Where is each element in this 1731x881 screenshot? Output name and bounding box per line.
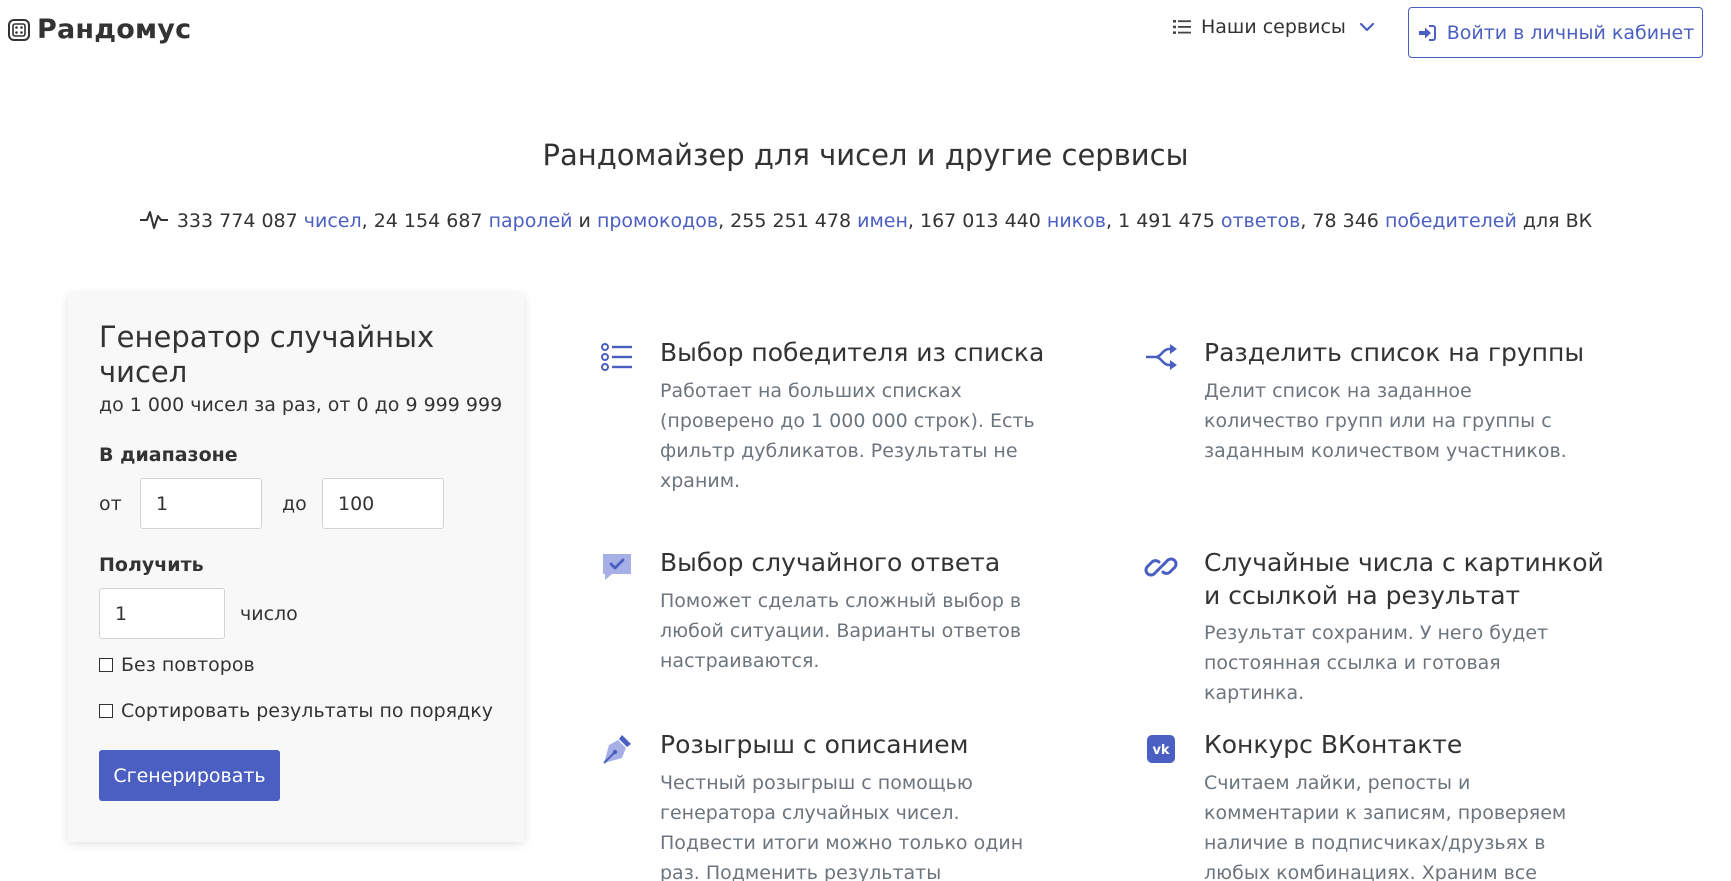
feature-description: Считаем лайки, репосты и комментарии к з… — [1204, 772, 1567, 881]
stat-names-count: 255 251 478 — [730, 210, 852, 232]
sign-in-icon — [1418, 24, 1436, 41]
stat-and-word: и — [578, 210, 591, 232]
get-label: Получить — [99, 554, 204, 576]
feature-title[interactable]: Розыгрыш с описанием — [660, 728, 1060, 761]
link-icon — [1144, 557, 1178, 577]
feature-title[interactable]: Выбор победителя из списка — [660, 336, 1060, 369]
feature-title[interactable]: Разделить список на группы — [1204, 336, 1604, 369]
page-title: Рандомайзер для чисел и другие сервисы — [542, 138, 1189, 172]
chevron-down-icon — [1359, 22, 1375, 32]
number-generator-card: Генератор случайных чисел до 1 000 чисел… — [68, 294, 524, 842]
count-input[interactable] — [99, 588, 225, 639]
stat-winners-count: 78 346 — [1312, 210, 1379, 232]
count-unit-label: число — [240, 603, 298, 625]
stat-names-link[interactable]: имен — [857, 210, 908, 232]
stat-numbers-link[interactable]: чисел — [304, 210, 362, 232]
feature-description: Работает на больших списках (проверено д… — [660, 380, 1035, 492]
list-icon — [1173, 20, 1191, 34]
stats-line: 333 774 087 чисел, 24 154 687 паролей и … — [0, 208, 1731, 232]
generator-title: Генератор случайных чисел — [99, 320, 435, 389]
range-label: В диапазоне — [99, 444, 238, 466]
dice-logo-icon — [8, 18, 30, 41]
services-label: Наши сервисы — [1201, 16, 1346, 38]
split-arrows-icon — [1146, 344, 1177, 370]
pen-nib-icon — [603, 735, 631, 764]
feature-title[interactable]: Случайные числа с картинкой и ссылкой на… — [1204, 546, 1604, 612]
stat-winners-link[interactable]: победителей — [1385, 210, 1517, 232]
svg-text:vk: vk — [1152, 743, 1169, 758]
stat-nicks-count: 167 013 440 — [919, 210, 1041, 232]
checkbox-box[interactable] — [99, 704, 113, 718]
generator-subtitle: до 1 000 чисел за раз, от 0 до 9 999 999 — [99, 394, 503, 416]
feature-description: Честный розыгрыш с помощью генератора сл… — [660, 772, 1024, 881]
feature-description: Результат сохраним. У него будет постоян… — [1204, 622, 1549, 704]
range-from-input[interactable] — [140, 478, 262, 529]
logo-text: Рандомус — [37, 14, 192, 45]
vk-icon: vk — [1147, 735, 1175, 763]
from-label: от — [99, 493, 122, 515]
stat-numbers-count: 333 774 087 — [176, 210, 298, 232]
sort-checkbox[interactable]: Сортировать результаты по порядку — [99, 700, 493, 722]
stat-vk-suffix: для ВК — [1522, 210, 1593, 232]
stat-answers-count: 1 491 475 — [1118, 210, 1215, 232]
stat-nicks-link[interactable]: ников — [1047, 210, 1106, 232]
feature-description: Делит список на заданное количество груп… — [1204, 380, 1567, 462]
login-label: Войти в личный кабинет — [1446, 21, 1695, 44]
feature-description: Поможет сделать сложный выбор в любой си… — [660, 590, 1022, 672]
login-button[interactable]: Войти в личный кабинет — [1408, 7, 1703, 58]
list-numbered-icon — [601, 343, 632, 371]
range-to-input[interactable] — [322, 478, 444, 529]
to-label: до — [282, 493, 307, 515]
checkbox-box[interactable] — [99, 658, 113, 672]
services-menu[interactable]: Наши сервисы — [1172, 16, 1376, 38]
feature-title[interactable]: Конкурс ВКонтакте — [1204, 728, 1604, 761]
no-repeat-label: Без повторов — [121, 654, 255, 676]
generate-button[interactable]: Сгенерировать — [99, 750, 280, 801]
stat-passwords-link[interactable]: паролей — [489, 210, 573, 232]
no-repeat-checkbox[interactable]: Без повторов — [99, 654, 255, 676]
sort-label: Сортировать результаты по порядку — [121, 700, 493, 722]
logo[interactable]: Рандомус — [7, 14, 191, 45]
stat-passwords-count: 24 154 687 — [373, 210, 483, 232]
stat-answers-link[interactable]: ответов — [1221, 210, 1300, 232]
stat-promocodes-link[interactable]: промокодов — [597, 210, 718, 232]
pulse-icon — [139, 211, 168, 229]
chat-check-icon — [603, 554, 631, 580]
feature-title[interactable]: Выбор случайного ответа — [660, 546, 1060, 579]
